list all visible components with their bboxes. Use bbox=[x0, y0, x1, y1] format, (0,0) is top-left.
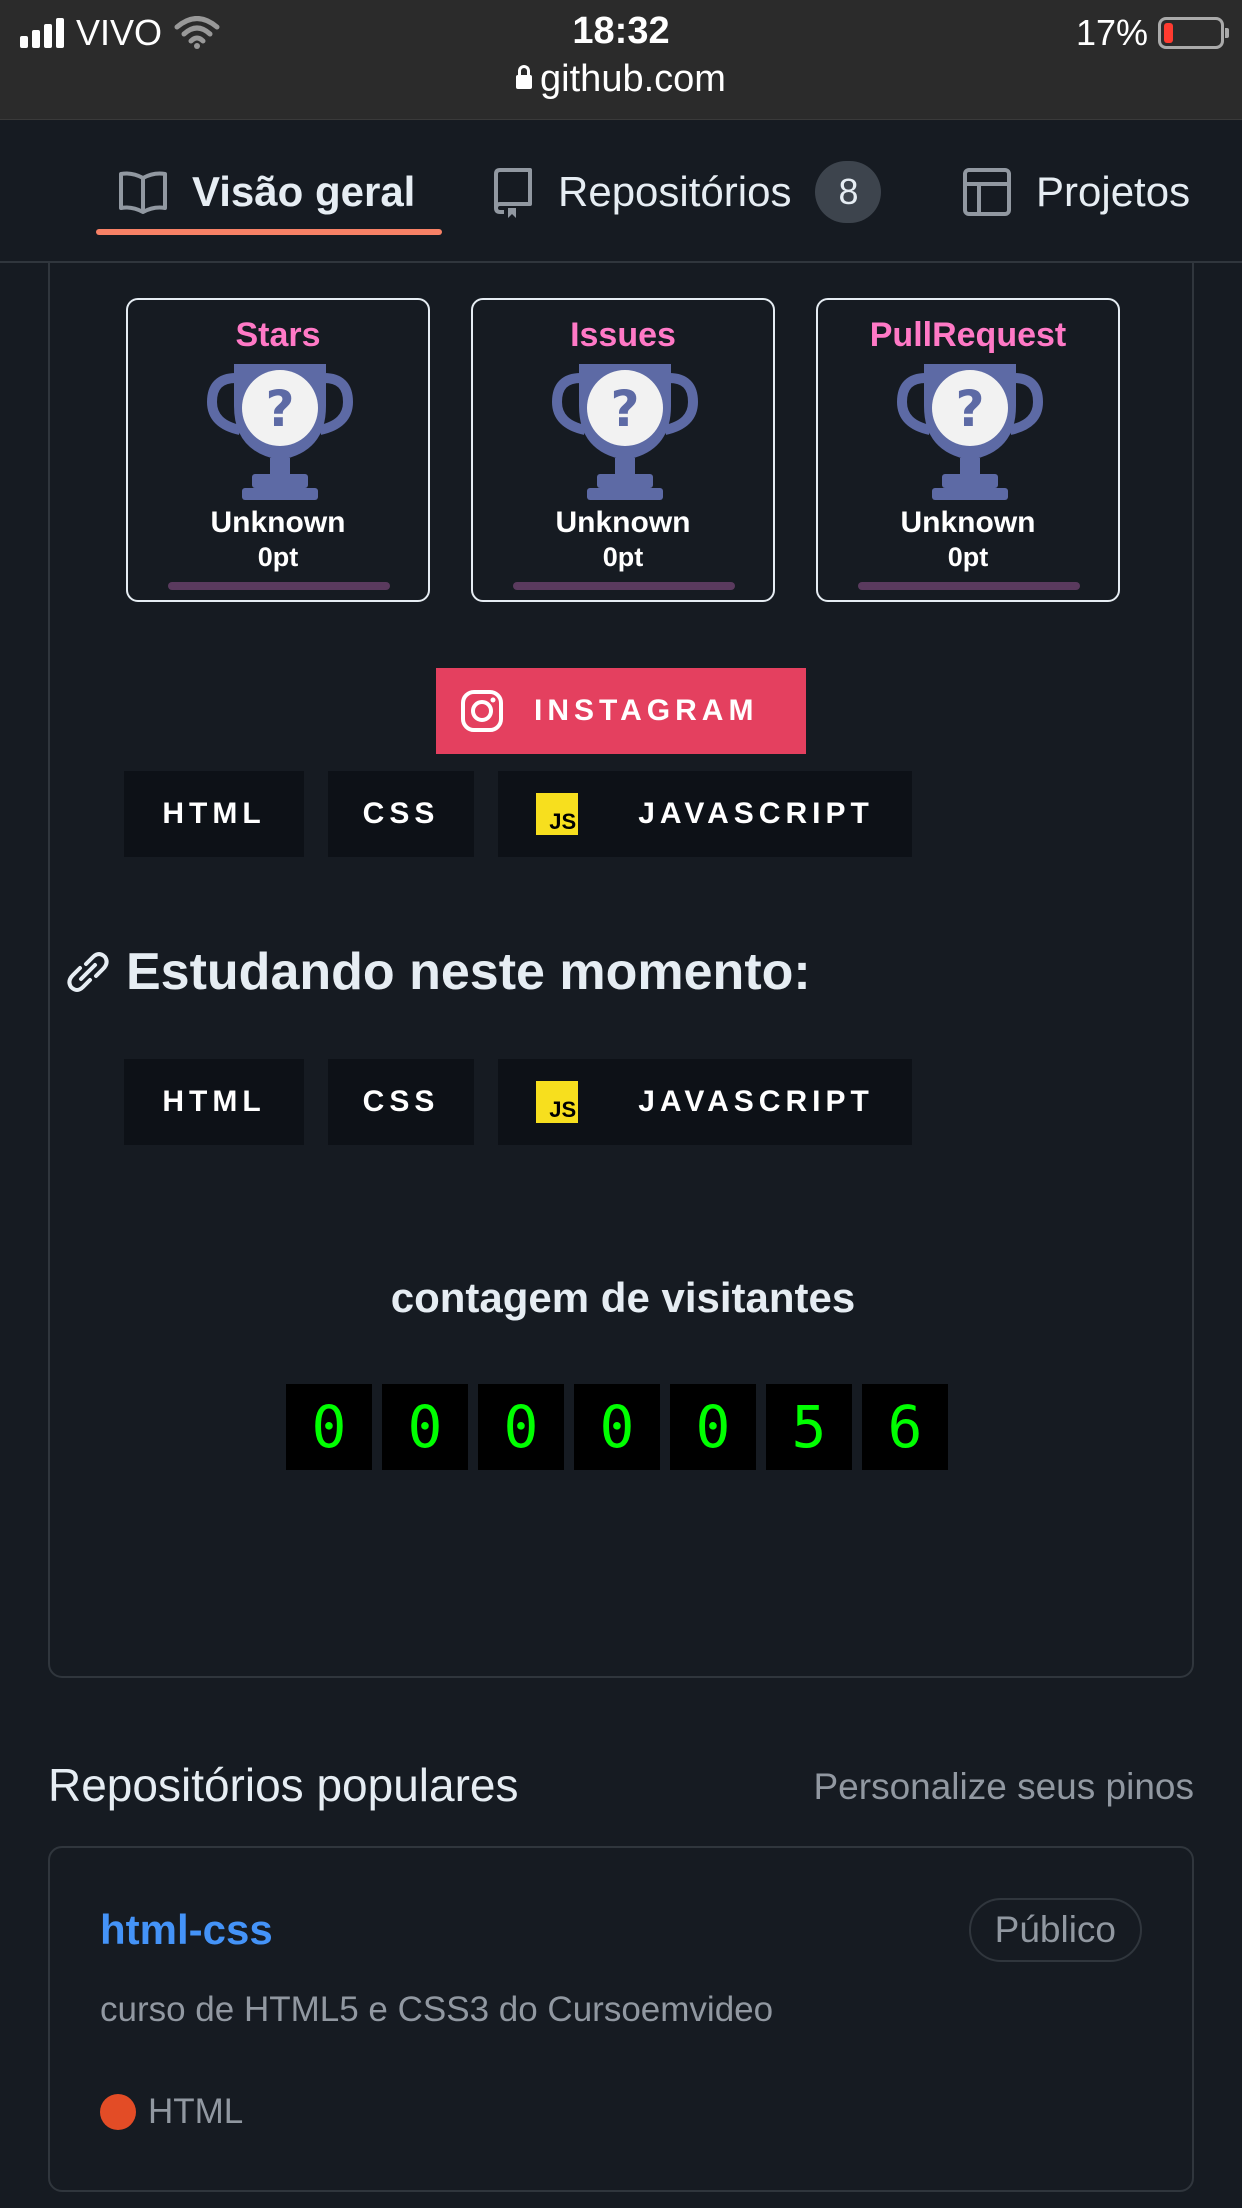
tab-projects-label: Projetos bbox=[1036, 168, 1191, 215]
instagram-icon bbox=[461, 690, 503, 732]
visibility-badge: Público bbox=[968, 1898, 1142, 1962]
css-badge: CSS bbox=[328, 1059, 474, 1145]
counter-digit: 0 bbox=[478, 1384, 564, 1470]
trophy-icon: ? bbox=[206, 364, 354, 500]
counter-digit: 0 bbox=[382, 1384, 468, 1470]
visitor-counter-title: contagem de visitantes bbox=[390, 1274, 856, 1321]
status-right: 17% bbox=[1075, 12, 1229, 54]
trophy-icon: ? bbox=[896, 364, 1044, 500]
status-bar: VIVO 18:32 github.com 17% bbox=[0, 0, 1242, 120]
css-badge: CSS bbox=[328, 771, 474, 857]
css-badge-label: CSS bbox=[362, 797, 440, 830]
address-bar[interactable]: github.com bbox=[0, 58, 1242, 101]
profile-tabs: Visão geral Repositórios 8 Projetos bbox=[0, 121, 1242, 263]
javascript-logo-text: JS bbox=[549, 809, 577, 834]
pinned-repo-card: html-css Público curso de HTML5 e CSS3 d… bbox=[48, 1846, 1194, 2192]
clock: 18:32 bbox=[572, 10, 670, 52]
trophy-pullrequest[interactable]: PullRequest ? Unknown 0pt bbox=[816, 298, 1120, 602]
repo-icon bbox=[494, 168, 532, 218]
studying-badges: HTML CSS JS JAVASCRIPT bbox=[124, 1059, 912, 1145]
link-icon[interactable] bbox=[66, 950, 110, 994]
trophy-title: Stars bbox=[235, 316, 321, 354]
trophy-rank: Unknown bbox=[210, 506, 346, 539]
battery-percent: 17% bbox=[1075, 12, 1148, 53]
svg-text:?: ? bbox=[610, 380, 639, 438]
trophy-progress-bar bbox=[513, 582, 735, 590]
counter-digit: 0 bbox=[574, 1384, 660, 1470]
tab-repositories-label: Repositórios bbox=[558, 168, 792, 215]
svg-text:?: ? bbox=[955, 380, 984, 438]
trophy-points: 0pt bbox=[602, 542, 644, 572]
studying-heading: Estudando neste momento: bbox=[66, 942, 811, 1002]
tab-projects[interactable]: Projetos bbox=[962, 121, 1190, 263]
trophy-rank: Unknown bbox=[555, 506, 691, 539]
battery-icon bbox=[1158, 17, 1229, 49]
javascript-badge: JS JAVASCRIPT bbox=[498, 771, 912, 857]
trophy-issues[interactable]: Issues ? Unknown 0pt bbox=[471, 298, 775, 602]
repo-description: curso de HTML5 e CSS3 do Cursoemvideo bbox=[100, 1990, 774, 2029]
repo-name-link[interactable]: html-css bbox=[100, 1906, 273, 1954]
language-color-dot bbox=[100, 2094, 136, 2130]
javascript-badge-label: JAVASCRIPT bbox=[638, 797, 874, 830]
javascript-logo-icon: JS bbox=[536, 1081, 579, 1123]
tab-overview[interactable]: Visão geral bbox=[118, 121, 415, 263]
counter-digit: 0 bbox=[670, 1384, 756, 1470]
html-badge-label: HTML bbox=[162, 797, 266, 830]
javascript-logo-icon: JS bbox=[536, 793, 579, 835]
book-icon bbox=[119, 171, 167, 214]
counter-digit: 6 bbox=[862, 1384, 948, 1470]
counter-digit: 5 bbox=[766, 1384, 852, 1470]
popular-repos-title: Repositórios populares bbox=[48, 1759, 519, 1811]
table-icon bbox=[963, 168, 1011, 216]
url-text: github.com bbox=[540, 58, 726, 100]
repo-language-label: HTML bbox=[148, 2092, 244, 2131]
active-tab-indicator bbox=[96, 229, 442, 235]
instagram-label: INSTAGRAM bbox=[534, 694, 759, 727]
trophy-progress-bar bbox=[168, 582, 390, 590]
trophy-progress-bar bbox=[858, 582, 1080, 590]
instagram-badge-link[interactable]: INSTAGRAM bbox=[436, 668, 806, 754]
svg-text:?: ? bbox=[265, 380, 294, 438]
tech-badges: HTML CSS JS JAVASCRIPT bbox=[124, 771, 912, 857]
trophy-title: PullRequest bbox=[869, 316, 1067, 354]
trophy-points: 0pt bbox=[947, 542, 989, 572]
tab-overview-label: Visão geral bbox=[192, 168, 416, 215]
studying-heading-text: Estudando neste momento: bbox=[126, 943, 811, 1001]
counter-digit: 0 bbox=[286, 1384, 372, 1470]
trophy-rank: Unknown bbox=[900, 506, 1036, 539]
repo-count-badge: 8 bbox=[815, 161, 882, 223]
customize-pins-link[interactable]: Personalize seus pinos bbox=[814, 1766, 1195, 1808]
javascript-badge: JS JAVASCRIPT bbox=[498, 1059, 912, 1145]
trophy-stars[interactable]: Stars ? Unknown 0pt bbox=[126, 298, 430, 602]
visitor-counter: 0 0 0 0 0 5 6 bbox=[286, 1384, 948, 1470]
html-badge: HTML bbox=[124, 1059, 304, 1145]
trophy-points: 0pt bbox=[257, 542, 299, 572]
css-badge-label: CSS bbox=[362, 1085, 440, 1118]
repo-language: HTML bbox=[100, 2092, 243, 2132]
tab-repositories[interactable]: Repositórios 8 bbox=[494, 121, 882, 263]
lock-icon bbox=[516, 65, 533, 89]
profile-readme: Stars ? Unknown 0pt Issues ? Unknown 0pt… bbox=[48, 262, 1194, 1678]
javascript-badge-label: JAVASCRIPT bbox=[638, 1085, 874, 1118]
html-badge: HTML bbox=[124, 771, 304, 857]
trophy-title: Issues bbox=[570, 316, 676, 354]
javascript-logo-text: JS bbox=[549, 1097, 577, 1122]
html-badge-label: HTML bbox=[162, 1085, 266, 1118]
trophy-icon: ? bbox=[551, 364, 699, 500]
